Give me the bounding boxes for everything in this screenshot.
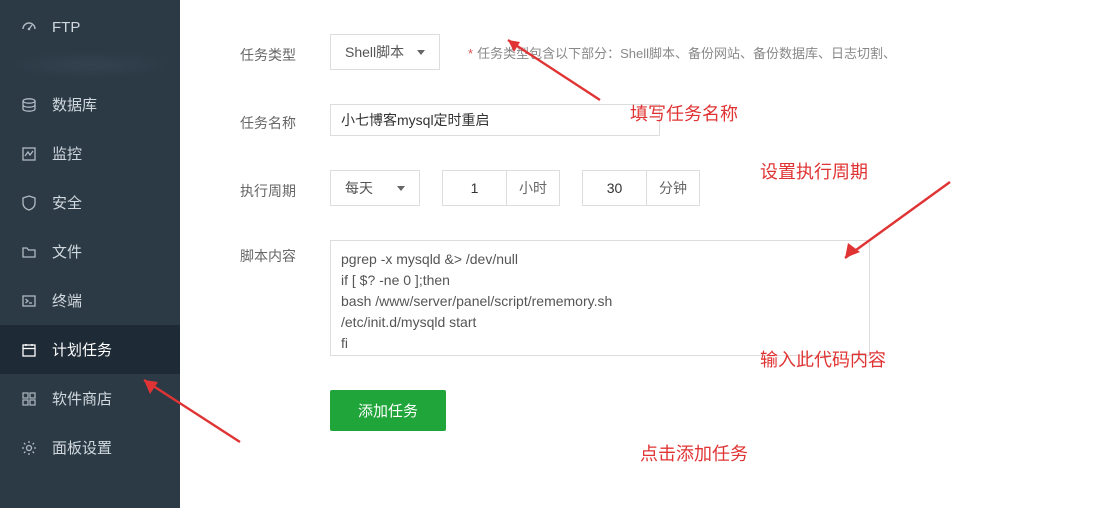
caret-down-icon	[417, 50, 425, 55]
grid-icon	[20, 390, 38, 408]
sidebar-item-ftp[interactable]: FTP	[0, 4, 180, 50]
period-hour-unit: 小时	[506, 170, 560, 206]
task-type-label: 任务类型	[240, 39, 330, 65]
period-minute-input[interactable]	[582, 170, 646, 206]
sidebar-item-settings[interactable]: 面板设置	[0, 423, 180, 472]
period-label: 执行周期	[240, 175, 330, 201]
chart-icon	[20, 145, 38, 163]
database-icon	[20, 96, 38, 114]
sidebar-item-label: 数据库	[52, 94, 97, 115]
period-freq-select[interactable]: 每天	[330, 170, 420, 206]
sidebar-item-label: FTP	[52, 19, 80, 36]
sidebar-item-monitor[interactable]: 监控	[0, 129, 180, 178]
main-content: 任务类型 Shell脚本 * 任务类型包含以下部分：Shell脚本、备份网站、备份…	[180, 0, 1106, 508]
sidebar-item-label: 软件商店	[52, 388, 112, 409]
task-type-value: Shell脚本	[345, 42, 404, 62]
required-star: *	[468, 46, 473, 61]
sidebar-item-terminal[interactable]: 终端	[0, 276, 180, 325]
task-name-input[interactable]	[330, 104, 660, 136]
sidebar-item-label: 计划任务	[52, 339, 112, 360]
task-name-label: 任务名称	[240, 107, 330, 133]
sidebar-item-label: 面板设置	[52, 437, 112, 458]
sidebar-item-label: 安全	[52, 192, 82, 213]
caret-down-icon	[397, 186, 405, 191]
task-type-select[interactable]: Shell脚本	[330, 34, 440, 70]
sidebar-item-security[interactable]: 安全	[0, 178, 180, 227]
script-label: 脚本内容	[240, 240, 330, 266]
calendar-icon	[20, 341, 38, 359]
sidebar-item-label: 终端	[52, 290, 82, 311]
hint-text: 任务类型包含以下部分：Shell脚本、备份网站、备份数据库、日志切割、	[477, 46, 896, 61]
anno-submit: 点击添加任务	[640, 440, 748, 466]
sidebar-item-label: 监控	[52, 143, 82, 164]
submit-button[interactable]: 添加任务	[330, 390, 446, 431]
sidebar-item-database[interactable]: 数据库	[0, 80, 180, 129]
sidebar: FTP 数据库 监控 安全 文件	[0, 0, 180, 508]
task-type-hint: * 任务类型包含以下部分：Shell脚本、备份网站、备份数据库、日志切割、	[468, 43, 896, 62]
script-textarea[interactable]	[330, 240, 870, 356]
sidebar-item-software[interactable]: 软件商店	[0, 374, 180, 423]
terminal-icon	[20, 292, 38, 310]
sidebar-item-files[interactable]: 文件	[0, 227, 180, 276]
gear-icon	[20, 439, 38, 457]
sidebar-blur	[0, 50, 180, 80]
folder-icon	[20, 243, 38, 261]
period-freq-value: 每天	[345, 178, 373, 198]
dashboard-icon	[20, 18, 38, 36]
sidebar-item-cron[interactable]: 计划任务	[0, 325, 180, 374]
shield-icon	[20, 194, 38, 212]
period-minute-unit: 分钟	[646, 170, 700, 206]
period-hour-input[interactable]	[442, 170, 506, 206]
sidebar-item-label: 文件	[52, 241, 82, 262]
